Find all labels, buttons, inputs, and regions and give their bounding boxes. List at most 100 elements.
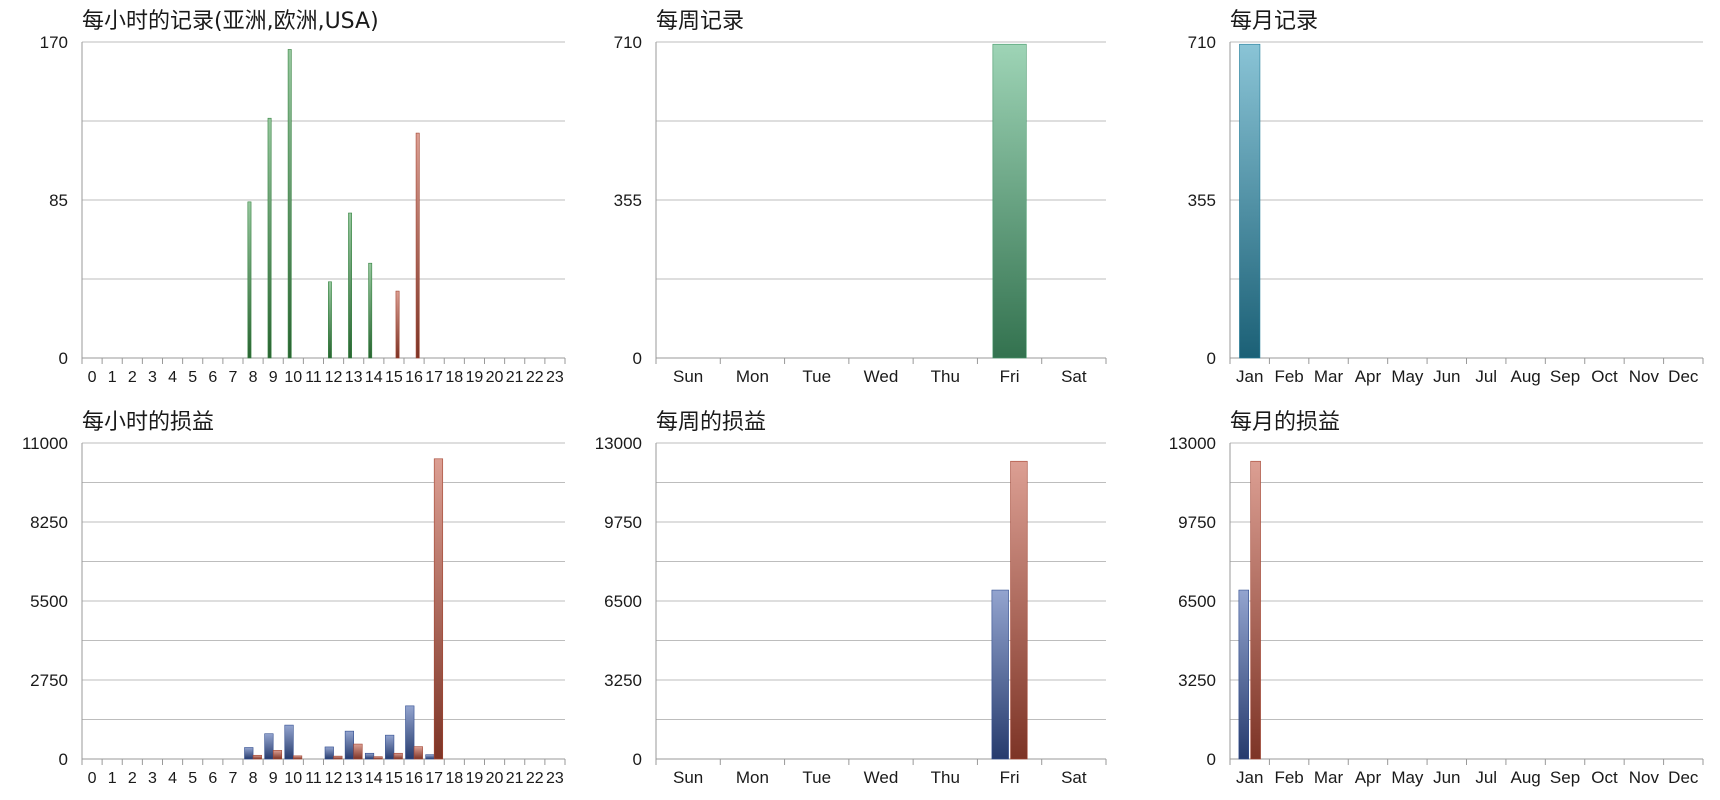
monthly-pnl-y-tick-label: 6500 bbox=[1178, 592, 1216, 611]
hourly-records-x-tick-label: 15 bbox=[385, 369, 403, 386]
monthly-pnl-x-tick-label: Jan bbox=[1236, 768, 1263, 787]
hourly-pnl-y-tick-label: 11000 bbox=[22, 434, 68, 453]
monthly-records-x-tick-label: Sep bbox=[1550, 367, 1580, 386]
weekly-pnl-x-tick-label: Fri bbox=[1000, 768, 1020, 787]
hourly-pnl-y-tick-label: 2750 bbox=[30, 671, 68, 690]
monthly-pnl-x-tick-label: Feb bbox=[1274, 768, 1303, 787]
hourly-records-bar bbox=[348, 212, 352, 359]
hourly-records-x-tick-label: 2 bbox=[128, 369, 137, 386]
monthly-pnl-bar bbox=[1250, 460, 1261, 760]
hourly-records-bar bbox=[415, 132, 420, 359]
hourly-pnl-x-tick-label: 10 bbox=[284, 770, 302, 787]
monthly-records-x-tick-label: Mar bbox=[1314, 367, 1344, 386]
weekly-records-y-tick-label: 355 bbox=[614, 191, 642, 210]
monthly-pnl-x-tick-label: Dec bbox=[1668, 768, 1699, 787]
monthly-pnl-y-tick-label: 13000 bbox=[1169, 434, 1216, 453]
hourly-records-x-tick-label: 22 bbox=[526, 369, 544, 386]
hourly-pnl-bar bbox=[244, 747, 254, 760]
chart-dashboard: 每小时的记录(亚洲,欧洲,USA) 每周记录 每月记录 每小时的损益 每周的损益… bbox=[22, 9, 1704, 787]
hourly-pnl-x-tick-label: 18 bbox=[445, 770, 463, 787]
hourly-pnl-bar bbox=[293, 755, 303, 760]
chart-title-weekly-pnl: 每周的损益 bbox=[656, 410, 766, 435]
monthly-pnl-x-tick-label: May bbox=[1391, 768, 1424, 787]
weekly-records-x-tick-label: Thu bbox=[931, 367, 960, 386]
hourly-pnl-bar bbox=[324, 746, 334, 760]
weekly-pnl-y-tick-label: 6500 bbox=[604, 592, 642, 611]
hourly-pnl-x-tick-label: 19 bbox=[466, 770, 484, 787]
hourly-records-x-tick-label: 9 bbox=[269, 369, 278, 386]
monthly-records-x-tick-label: Aug bbox=[1511, 367, 1541, 386]
monthly-pnl-x-tick-label: Nov bbox=[1629, 768, 1660, 787]
hourly-pnl-x-tick-label: 11 bbox=[305, 770, 322, 787]
hourly-records-bar bbox=[247, 201, 252, 359]
hourly-records-bar bbox=[267, 117, 272, 359]
weekly-records-bar bbox=[992, 43, 1027, 359]
hourly-records-x-tick-label: 21 bbox=[506, 369, 524, 386]
chart-title-hourly-records: 每小时的记录(亚洲,欧洲,USA) bbox=[82, 9, 379, 34]
monthly-records-y-tick-label: 355 bbox=[1188, 191, 1216, 210]
chart-title-weekly-records: 每周记录 bbox=[656, 9, 744, 34]
weekly-records-x-tick-label: Fri bbox=[1000, 367, 1020, 386]
hourly-pnl-bar bbox=[252, 754, 262, 760]
hourly-pnl-x-tick-label: 5 bbox=[188, 770, 197, 787]
hourly-pnl-bar bbox=[284, 724, 294, 760]
weekly-pnl-y-tick-label: 13000 bbox=[595, 434, 642, 453]
hourly-records-x-tick-label: 14 bbox=[365, 369, 383, 386]
hourly-records-x-tick-label: 0 bbox=[88, 369, 97, 386]
hourly-pnl-x-tick-label: 16 bbox=[405, 770, 423, 787]
monthly-pnl-x-tick-label: Jun bbox=[1433, 768, 1460, 787]
weekly-records-x-tick-label: Tue bbox=[802, 367, 831, 386]
hourly-records-x-tick-label: 4 bbox=[168, 369, 177, 386]
hourly-records-y-tick-label: 85 bbox=[49, 191, 68, 210]
hourly-pnl-x-tick-label: 21 bbox=[506, 770, 524, 787]
monthly-records-x-tick-label: Jan bbox=[1236, 367, 1263, 386]
monthly-records-x-tick-label: Jun bbox=[1433, 367, 1460, 386]
hourly-pnl-x-tick-label: 17 bbox=[425, 770, 443, 787]
monthly-records-x-tick-label: Nov bbox=[1629, 367, 1660, 386]
weekly-pnl-x-tick-label: Sat bbox=[1061, 768, 1087, 787]
weekly-records-y-tick-label: 710 bbox=[614, 33, 642, 52]
weekly-pnl-bar bbox=[991, 589, 1009, 760]
hourly-pnl-x-tick-label: 2 bbox=[128, 770, 137, 787]
hourly-pnl-x-tick-label: 1 bbox=[108, 770, 117, 787]
hourly-pnl-x-tick-label: 3 bbox=[148, 770, 157, 787]
hourly-records-x-tick-label: 23 bbox=[546, 369, 564, 386]
monthly-records-x-tick-label: Feb bbox=[1274, 367, 1303, 386]
hourly-records-x-tick-label: 10 bbox=[284, 369, 302, 386]
hourly-pnl-x-tick-label: 14 bbox=[365, 770, 383, 787]
monthly-pnl-y-tick-label: 0 bbox=[1207, 750, 1216, 769]
weekly-pnl-y-tick-label: 9750 bbox=[604, 513, 642, 532]
hourly-records-x-tick-label: 17 bbox=[425, 369, 443, 386]
hourly-records-x-tick-label: 7 bbox=[228, 369, 237, 386]
monthly-records-x-tick-label: Apr bbox=[1355, 367, 1382, 386]
hourly-pnl-bar bbox=[333, 755, 343, 760]
hourly-pnl-bar bbox=[264, 733, 274, 760]
hourly-records-x-tick-label: 1 bbox=[108, 369, 117, 386]
hourly-pnl-x-tick-label: 0 bbox=[88, 770, 97, 787]
hourly-pnl-y-tick-label: 0 bbox=[59, 750, 68, 769]
hourly-records-x-tick-label: 12 bbox=[325, 369, 343, 386]
monthly-pnl-y-tick-label: 9750 bbox=[1178, 513, 1216, 532]
hourly-pnl-x-tick-label: 7 bbox=[228, 770, 237, 787]
hourly-pnl-x-tick-label: 13 bbox=[345, 770, 363, 787]
monthly-records-bar bbox=[1239, 43, 1261, 359]
hourly-records-y-tick-label: 0 bbox=[59, 349, 68, 368]
weekly-pnl-bar bbox=[1010, 460, 1028, 760]
hourly-pnl-bar bbox=[344, 730, 354, 760]
weekly-records-x-tick-label: Sun bbox=[673, 367, 703, 386]
monthly-records-y-tick-label: 0 bbox=[1207, 349, 1216, 368]
hourly-records-x-tick-label: 16 bbox=[405, 369, 423, 386]
weekly-pnl-y-tick-label: 0 bbox=[633, 750, 642, 769]
hourly-pnl-bar bbox=[385, 734, 395, 760]
hourly-pnl-bar bbox=[393, 752, 403, 760]
chart-title-monthly-pnl: 每月的损益 bbox=[1230, 410, 1340, 435]
monthly-pnl-y-tick-label: 3250 bbox=[1178, 671, 1216, 690]
hourly-records-x-tick-label: 20 bbox=[486, 369, 504, 386]
hourly-pnl-bar bbox=[413, 746, 423, 760]
hourly-pnl-bar bbox=[353, 743, 363, 760]
weekly-pnl-x-tick-label: Mon bbox=[736, 768, 769, 787]
weekly-pnl-y-tick-label: 3250 bbox=[604, 671, 642, 690]
hourly-pnl-x-tick-label: 12 bbox=[325, 770, 343, 787]
hourly-pnl-x-tick-label: 8 bbox=[249, 770, 258, 787]
hourly-pnl-bar bbox=[373, 756, 383, 760]
